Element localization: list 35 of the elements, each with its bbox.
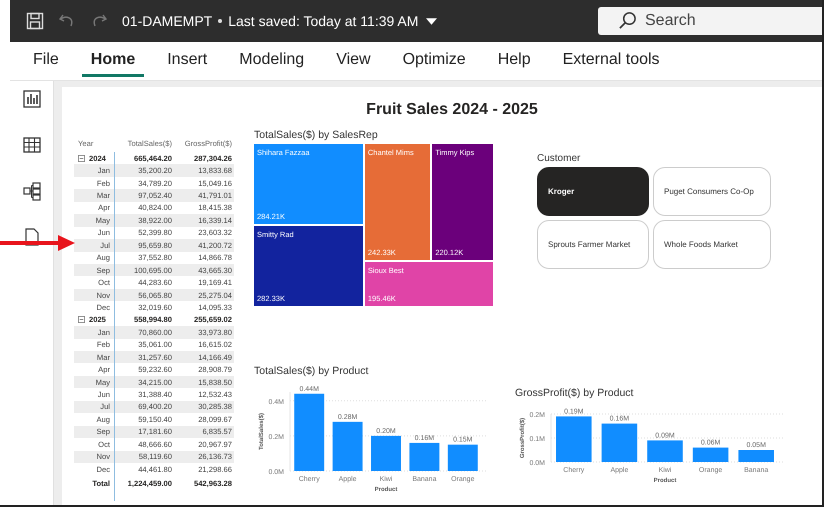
search-icon [618,11,637,30]
ribbon-tab[interactable]: Insert [158,45,216,77]
ribbon-tab[interactable]: Optimize [394,45,475,77]
file-name: 01-DAMEMPT [122,13,212,29]
caret-icon[interactable] [426,18,438,24]
bar[interactable] [647,440,683,462]
bar[interactable] [448,444,478,471]
bar[interactable] [556,416,592,462]
ribbon-tab[interactable]: Modeling [230,45,314,77]
search-field[interactable]: Search [598,7,822,35]
chart-title: TotalSales($) by Product [254,365,370,377]
ribbon-tab[interactable]: File [24,45,68,77]
report-view-icon[interactable] [22,89,42,109]
bar[interactable] [409,442,440,471]
model-view-icon[interactable] [22,181,42,201]
bar[interactable] [294,394,324,471]
slicer-option[interactable]: Kroger [537,167,649,216]
save-icon[interactable] [26,12,44,30]
slicer-title: Customer [537,153,582,164]
report-title: Fruit Sales 2024 - 2025 [365,101,539,119]
ribbon-tab[interactable]: Help [488,45,540,77]
table-view-icon[interactable] [22,135,42,155]
ribbon-tab[interactable]: Home [82,45,144,77]
chart-title: GrossProfit($) by Product [515,387,634,399]
save-status: Last saved: Today at 11:39 AM [228,13,418,29]
ribbon-tab[interactable]: External tools [554,45,669,77]
slicer-option[interactable]: Whole Foods Market [653,220,771,269]
bar[interactable] [332,422,363,471]
slicer-option[interactable]: Puget Consumers Co-Op [653,167,771,216]
slicer-option[interactable]: Sprouts Farmer Market [537,220,649,269]
collapse-icon[interactable] [78,316,85,324]
separator-dot-icon [218,19,222,23]
collapse-icon[interactable] [78,154,85,162]
chart-title: TotalSales($) by SalesRep [254,129,379,141]
ribbon-tab[interactable]: View [327,45,380,77]
